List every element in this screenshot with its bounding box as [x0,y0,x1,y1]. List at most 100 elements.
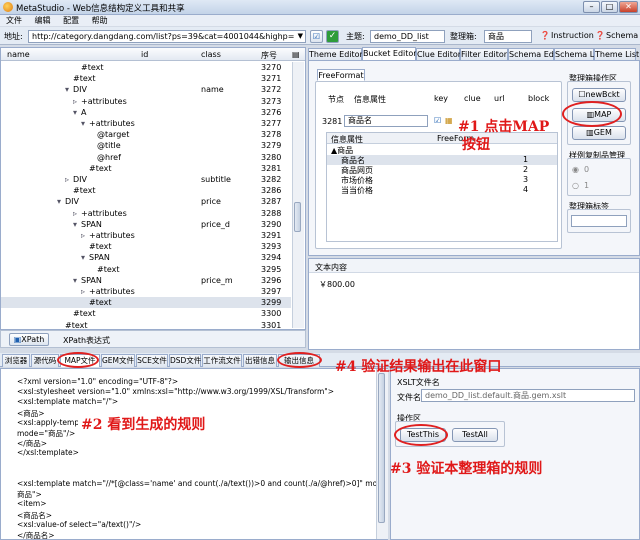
tree-expander-icon[interactable]: ▾ [81,118,85,129]
new-bucket-button[interactable]: ☐newBckt [572,88,626,102]
scrollbar-thumb[interactable] [294,202,301,232]
grid-row[interactable]: 市场价格 3 [327,175,557,185]
tab-theme-list[interactable]: Theme List [594,48,639,60]
tree-row[interactable]: ▾ A 3276 [1,107,291,118]
tree-expander-icon[interactable]: ▹ [65,174,69,185]
tree-row[interactable]: #text 3286 [1,185,291,196]
tree-row-class: price_m [201,275,233,285]
bottom-tab-6[interactable]: 工作流文件 [202,354,242,367]
tree-row[interactable]: #text 3295 [1,264,291,275]
tree-row[interactable]: #text 3271 [1,73,291,84]
tree-row-seq: 3278 [261,130,282,140]
tree-expander-icon[interactable]: ▹ [81,230,85,241]
tree-row-seq: 3286 [261,186,282,196]
xml-scrollbar[interactable] [376,369,388,539]
grid-row[interactable]: 当当价格 4 [327,185,557,195]
tree-row[interactable]: ▾ DIV price 3287 [1,196,291,207]
tree-row[interactable]: ▹ +attributes 3297 [1,286,291,297]
tree-row[interactable]: ▾ SPAN price_m 3296 [1,275,291,286]
minimize-button[interactable]: – [583,1,600,13]
tree-row-seq: 3270 [261,63,282,72]
close-button[interactable]: ✕ [619,1,638,13]
tab-bucket-editor[interactable]: Bucket Editor [362,47,417,60]
tree-expander-icon[interactable]: ▾ [57,196,61,207]
tree-expander-icon[interactable]: ▾ [81,252,85,263]
menu-help[interactable]: 帮助 [92,16,108,25]
tree-row[interactable]: #text 3281 [1,163,291,174]
col-seq[interactable]: 序号 [261,50,277,61]
check-icon[interactable]: ✓ [326,30,339,43]
tab-schema-list[interactable]: Schema List [554,48,604,60]
tab-clue-editor[interactable]: Clue Editor [416,48,461,60]
tree-row[interactable]: ▹ +attributes 3288 [1,208,291,219]
info-field[interactable]: 商品名 [344,115,428,127]
tree-expander-icon[interactable]: ▾ [73,107,77,118]
tab-theme-editor[interactable]: Theme Editor [308,48,363,60]
grid-col-info: 信息属性 [331,135,363,144]
grid-row[interactable]: ▲商品 [327,145,557,155]
tree-row[interactable]: @title 3279 [1,140,291,151]
grid-row[interactable]: 商品名 1 [327,155,557,165]
xml-scrollbar-thumb[interactable] [378,373,385,523]
schema-link[interactable]: Schema [606,31,638,40]
tree-row[interactable]: @href 3280 [1,152,291,163]
annotation-circle-testthis [394,424,448,446]
tab-schema-editor[interactable]: Schema Editor [508,48,567,60]
column-picker-icon[interactable]: ▤ [292,50,300,59]
url-input[interactable]: http://category.dangdang.com/list?ps=39&… [28,30,306,43]
bottom-tab-5[interactable]: DSD文件 [169,354,201,367]
menu-file[interactable]: 文件 [6,16,22,25]
tree-row[interactable]: ▹ DIV subtitle 3282 [1,174,291,185]
tree-expander-icon[interactable]: ▹ [73,208,77,219]
theme-field[interactable]: demo_DD_list [370,30,445,43]
box-label: 整理箱: [450,32,477,41]
bottom-tab-4[interactable]: SCE文件 [136,354,168,367]
tab-filter-editor[interactable]: Filter Editor [460,48,508,60]
col-class[interactable]: class [201,50,221,59]
maximize-button[interactable]: □ [601,1,618,13]
bottom-tab-7[interactable]: 出错信息 [243,354,277,367]
tree-row[interactable]: #text 3299 [1,297,291,309]
address-bar: 地址: http://category.dangdang.com/list?ps… [0,27,640,45]
checkbox-icon[interactable]: ☑ [310,30,323,43]
tree-row[interactable]: ▾ SPAN 3294 [1,252,291,263]
xpath-button[interactable]: ▣XPath [9,333,49,346]
tree-row[interactable]: ▹ +attributes 3273 [1,96,291,107]
tree-expander-icon[interactable]: ▹ [73,96,77,107]
tree-row[interactable]: ▾ DIV name 3272 [1,84,291,95]
gem-button[interactable]: ▥GEM [572,126,626,140]
tree-row[interactable]: @target 3278 [1,129,291,140]
bottom-tab-0[interactable]: 浏览器 [2,354,30,367]
radio-0-icon[interactable]: ◉ [572,165,579,174]
tree-row[interactable]: #text 3300 [1,308,291,319]
tree-expander-icon[interactable]: ▾ [73,275,77,286]
instruction-link[interactable]: Instruction [551,31,594,40]
label-input[interactable] [571,215,627,227]
menu-edit[interactable]: 编辑 [35,16,51,25]
col-id[interactable]: id [141,50,148,59]
tree-row[interactable]: ▾ +attributes 3277 [1,118,291,129]
tree-row[interactable]: ▾ SPAN price_d 3290 [1,219,291,230]
menu-config[interactable]: 配置 [63,16,79,25]
tree-scrollbar[interactable] [292,62,304,328]
tree-expander-icon[interactable]: ▾ [73,219,77,230]
xslt-file-field[interactable]: demo_DD_list.default.商品.gem.xslt [421,389,635,402]
tree-row[interactable]: #text 3270 [1,62,291,73]
tab-freeformat[interactable]: FreeFormat [317,69,365,81]
tree-row[interactable]: #text 3293 [1,241,291,252]
radio-1-icon[interactable]: ○ [572,181,579,190]
test-all-button[interactable]: TestAll [452,428,498,442]
tree-header: name id class 序号 ▤ [1,48,305,61]
box-field[interactable]: 商品 [484,30,532,43]
bottom-tab-3[interactable]: GEM文件 [101,354,135,367]
tree-expander-icon[interactable]: ▾ [65,84,69,95]
col-name[interactable]: name [7,50,30,59]
bottom-tab-1[interactable]: 源代码 [31,354,59,367]
chevron-down-icon[interactable]: ▼ [298,32,303,40]
bin-icon[interactable]: ▦ [445,116,453,125]
tree-row-label: #text [97,264,120,274]
grid-row[interactable]: 商品网页 2 [327,165,557,175]
tree-expander-icon[interactable]: ▹ [81,286,85,297]
tree-row[interactable]: ▹ +attributes 3291 [1,230,291,241]
key-checkbox-icon[interactable]: ☑ [434,116,441,125]
